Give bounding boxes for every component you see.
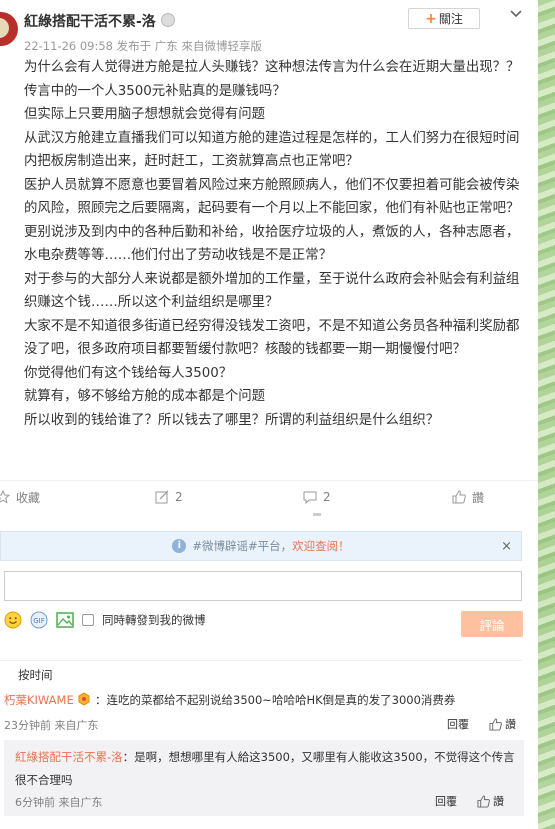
comment-text: ：连吃的菜都给不起别说给3500~哈哈哈HK倒是真的发了3000消费券 [95,693,456,707]
post-meta: 22-11-26 09:58 发布于 广东 來自微博轻享版 [24,39,262,53]
post-paragraph: 更别说涉及到内中的各种后勤和补给，收拾医疗垃圾的人，煮饭的人，各种志愿者，水电杂… [24,224,520,264]
post-content: 为什么会有人觉得进方舱是拉人头赚钱？这种想法传言为什么会在近期大量出现？？ 传言… [24,56,524,432]
reply-actions: 回覆 讚 [435,793,504,809]
reply-like-button[interactable]: 讚 [477,793,504,809]
post-paragraph: 但实际上只要用脑子想想就会觉得有问题 [24,107,266,122]
comment-count: 2 [323,490,331,504]
thumbs-up-icon [489,717,502,731]
comment-like-label: 讚 [505,718,516,731]
emoji-icon[interactable] [4,611,22,629]
post-paragraph: 对于参与的大部分人来说都是额外增加的工作量，至于说什么政府会补贴会有利益组织赚这… [24,271,520,311]
comment-input[interactable] [4,571,522,601]
share-checkbox[interactable] [82,614,94,626]
repost-icon [155,490,169,504]
comment-button[interactable]: 2 [303,481,331,516]
post-paragraph: 就算有，够不够给方舱的成本都是个问题 [24,389,266,404]
like-button[interactable]: 讚 [452,481,484,513]
rumor-notice-banner[interactable]: i #微博辟谣#平台， 欢迎查阅！ × [0,531,522,561]
favorite-label: 收藏 [16,490,41,505]
reply-button[interactable]: 回覆 [435,793,457,809]
divider [0,660,522,661]
comment-author[interactable]: 朽葉KIWAME [4,693,74,707]
vip-badge-icon [78,692,90,706]
comment-like-button[interactable]: 讚 [489,716,516,732]
avatar[interactable] [0,12,18,46]
reply-button[interactable]: 回覆 [447,716,469,732]
follow-button[interactable]: + 關注 [408,8,480,29]
submit-comment-button[interactable]: 評論 [461,611,523,637]
sort-by-time-tab[interactable]: 按时间 [18,667,53,683]
weibo-post-card: 紅綠搭配干活不累-洛 22-11-26 09:58 发布于 广东 來自微博轻享版… [0,0,538,829]
follow-label: 關注 [438,12,463,26]
comment-meta: 23分钟前 来自广东 [4,719,99,732]
close-icon[interactable]: × [501,539,512,554]
post-paragraph: 为什么会有人觉得进方舱是拉人头赚钱？这种想法传言为什么会在近期大量出现？？ [24,60,520,75]
share-label: 同時轉發到我的微博 [102,613,206,627]
post-action-bar: 收藏 2 2 讚 [0,480,538,516]
gif-icon[interactable]: GIF [30,611,48,629]
favorite-button[interactable]: 收藏 [0,481,40,513]
thumbs-up-icon [477,794,490,808]
comment-actions: 回覆 讚 [447,716,516,732]
plus-icon: + [425,10,437,27]
comment-item: 朽葉KIWAME ：连吃的菜都给不起别说给3500~哈哈哈HK倒是真的发了300… [4,692,524,708]
repost-button[interactable]: 2 [155,481,183,513]
post-paragraph: 从武汉方舱建立直播我们可以知道方舱的建造过程是怎样的，工人们努力在很短时间内把板… [24,130,520,170]
thumbs-up-icon [452,490,466,504]
compose-toolbar: GIF 同時轉發到我的微博 [4,610,206,630]
reply-item: 紅綠搭配干活不累-洛：是啊，想想哪里有人給这3500，又哪里有人能收这3500，… [15,746,515,792]
image-icon[interactable] [56,611,74,629]
member-badge-icon [161,13,175,27]
post-paragraph: 传言中的一个人3500元补贴真的是赚钱吗？ [24,83,286,99]
svg-text:GIF: GIF [33,617,45,625]
post-paragraph: 医护人员就算不愿意也要冒着风险过来方舱照顾病人，他们不仅要担着可能会被传染的风险… [24,177,520,217]
post-paragraph: 你觉得他们有这个钱给每人3500？ [24,365,233,381]
reply-author[interactable]: 紅綠搭配干活不累-洛 [15,750,123,764]
chevron-down-icon[interactable] [508,6,524,22]
star-icon [0,490,10,504]
background-foliage [538,0,555,829]
info-icon: i [172,539,187,553]
notice-link[interactable]: 欢迎查阅！ [292,538,350,554]
repost-count: 2 [175,490,183,504]
notice-text: #微博辟谣#平台， [192,539,293,553]
comment-icon [303,491,317,504]
reply-thread: 紅綠搭配干活不累-洛：是啊，想想哪里有人給这3500，又哪里有人能收这3500，… [4,740,524,816]
reply-meta: 6分钟前 来自广东 [15,796,103,809]
post-username[interactable]: 紅綠搭配干活不累-洛 [24,11,156,31]
post-paragraph: 大家不是不知道很多街道已经穷得没钱发工资吧，不是不知道公务员各种福利奖励都没了吧… [24,318,520,358]
like-label: 讚 [472,490,485,505]
post-paragraph: 所以收到的钱给谁了？所以钱去了哪里？所谓的利益组织是什么组织？ [24,412,440,428]
reply-like-label: 讚 [493,795,504,808]
